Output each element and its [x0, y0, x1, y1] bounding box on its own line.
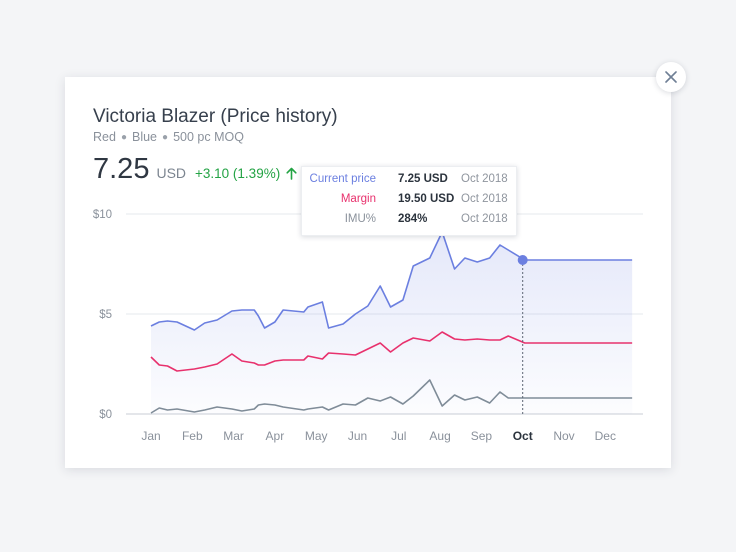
tooltip-row-current-price: Current price 7.25 USD Oct 2018 [302, 173, 516, 193]
x-tick-label: Jan [141, 429, 160, 443]
tooltip-label: Current price [309, 173, 376, 185]
x-tick-label: Dec [595, 429, 616, 443]
x-tick-label: Sep [471, 429, 493, 443]
x-tick-label: Nov [553, 429, 574, 443]
tooltip-label: IMU% [344, 213, 376, 225]
tooltip-value: 284% [398, 213, 428, 225]
tooltip-row-margin: Margin 19.50 USD Oct 2018 [302, 193, 516, 213]
price-history-chart[interactable]: $0 $5 $10 Jan Feb Mar Apr May Jun Jul Aug Sep Oct Nov… [0, 0, 736, 552]
tooltip-date: Oct 2018 [461, 173, 508, 185]
y-tick-label: $10 [93, 209, 112, 221]
x-tick-label: Aug [429, 429, 450, 443]
x-tick-label: Jun [348, 429, 367, 443]
x-tick-label: Jul [391, 429, 406, 443]
tooltip-date: Oct 2018 [461, 193, 508, 205]
chart-tooltip: Current price 7.25 USD Oct 2018 Margin 1… [301, 166, 517, 236]
x-tick-label: May [305, 429, 328, 443]
x-tick-label: Oct [513, 429, 533, 443]
y-tick-label: $0 [99, 409, 112, 421]
y-tick-label: $5 [99, 309, 112, 321]
hover-point[interactable] [517, 255, 528, 265]
tooltip-label: Margin [340, 193, 376, 205]
x-tick-label: Apr [266, 429, 285, 443]
x-tick-label: Feb [182, 429, 203, 443]
tooltip-date: Oct 2018 [461, 213, 508, 225]
tooltip-value: 19.50 USD [398, 193, 455, 205]
tooltip-row-imu: IMU% 284% Oct 2018 [302, 213, 516, 233]
x-tick-label: Mar [223, 429, 244, 443]
tooltip-value: 7.25 USD [398, 173, 448, 185]
